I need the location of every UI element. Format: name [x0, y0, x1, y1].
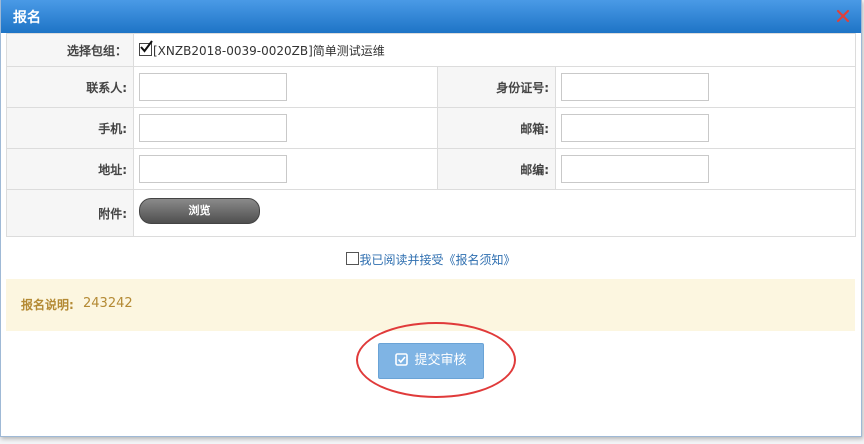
id-number-label: 身份证号: — [437, 66, 556, 108]
mobile-label: 手机: — [6, 107, 134, 149]
email-cell — [554, 107, 857, 149]
package-checkbox[interactable] — [139, 39, 153, 56]
checkmark-icon — [140, 39, 153, 53]
package-cell: [XNZB2018-0039-0020ZB]简单测试运维 — [132, 33, 857, 67]
attachment-label: 附件: — [6, 189, 134, 237]
package-name: [XNZB2018-0039-0020ZB]简单测试运维 — [153, 43, 385, 58]
mobile-input[interactable] — [139, 114, 287, 142]
contact-label: 联系人: — [6, 66, 134, 108]
address-label: 地址: — [6, 148, 134, 190]
address-cell — [133, 148, 438, 190]
registration-dialog: 报名 选择包组： [XNZB2018-0039-0020ZB]简单测试运维 联系… — [0, 0, 862, 437]
browse-button[interactable]: 浏览 — [139, 197, 260, 224]
email-input[interactable] — [561, 114, 709, 142]
address-input[interactable] — [139, 155, 287, 183]
mobile-cell — [133, 107, 438, 149]
attachment-cell: 浏览 — [132, 189, 857, 237]
close-icon[interactable] — [835, 8, 851, 24]
dialog-titlebar: 报名 — [1, 0, 861, 33]
email-label: 邮箱: — [437, 107, 556, 149]
check-square-icon — [395, 346, 409, 380]
postcode-cell — [554, 148, 857, 190]
contact-input[interactable] — [139, 73, 287, 101]
agreement-text: 我已阅读并接受 — [359, 253, 444, 267]
agreement-checkbox[interactable] — [346, 252, 360, 265]
dialog-title: 报名 — [13, 10, 41, 26]
postcode-label: 邮编: — [437, 148, 556, 190]
submit-review-button[interactable]: 提交审核 — [378, 343, 484, 379]
notice-label: 报名说明: — [21, 298, 74, 312]
agreement-link[interactable]: 《报名须知》 — [444, 253, 516, 267]
form-row-contact: 联系人: 身份证号: — [6, 66, 857, 108]
registration-form: 选择包组： [XNZB2018-0039-0020ZB]简单测试运维 联系人: … — [6, 33, 857, 237]
notice-value: 243242 — [83, 296, 133, 311]
registration-notice: 报名说明: 243242 — [6, 279, 855, 331]
form-row-address: 地址: 邮编: — [6, 148, 857, 190]
postcode-input[interactable] — [561, 155, 709, 183]
form-row-mobile: 手机: 邮箱: — [6, 107, 857, 149]
form-row-package: 选择包组： [XNZB2018-0039-0020ZB]简单测试运维 — [6, 33, 857, 67]
package-label: 选择包组： — [6, 33, 134, 67]
id-number-cell — [554, 66, 857, 108]
id-number-input[interactable] — [561, 73, 709, 101]
agreement-row: 我已阅读并接受《报名须知》 — [1, 251, 861, 268]
contact-cell — [133, 66, 438, 108]
form-row-attachment: 附件: 浏览 — [6, 189, 857, 237]
submit-label: 提交审核 — [414, 353, 467, 368]
